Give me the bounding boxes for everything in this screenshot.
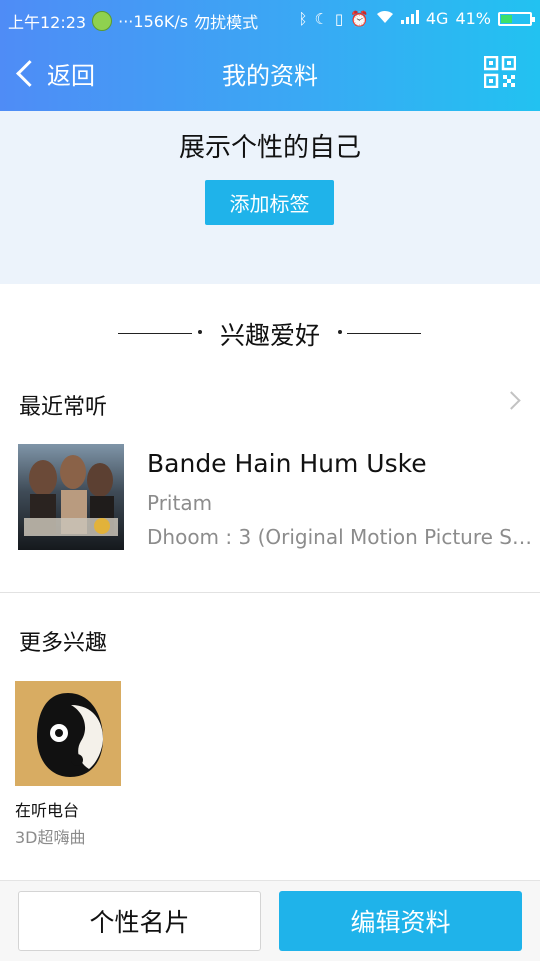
interest-subtitle: 3D超嗨曲 xyxy=(15,828,86,847)
section-divider xyxy=(0,592,540,593)
nav-bar: 返回 我的资料 xyxy=(0,38,540,111)
song-artist: Pritam xyxy=(147,491,213,515)
heading-rule-right xyxy=(347,333,421,334)
add-tag-button[interactable]: 添加标签 xyxy=(205,180,334,225)
bottom-action-bar: 个性名片 编辑资料 xyxy=(0,880,540,961)
app-header: 上午12:23 ···156K/s 勿扰模式 ᛒ ☾ ▯ ⏰ 4G 41% 返回… xyxy=(0,0,540,111)
status-network: 4G xyxy=(425,9,449,28)
qr-code-icon[interactable] xyxy=(483,55,517,89)
vibrate-icon: ▯ xyxy=(334,9,344,28)
recent-song[interactable]: Bande Hain Hum Uske Pritam Dhoom : 3 (Or… xyxy=(0,440,540,555)
signal-icon xyxy=(400,9,419,28)
song-album: Dhoom : 3 (Original Motion Picture Sound… xyxy=(147,525,535,549)
chevron-right-icon[interactable] xyxy=(502,391,521,410)
status-time: 上午12:23 xyxy=(8,13,87,32)
alarm-icon: ⏰ xyxy=(350,9,369,28)
status-battery-text: 41% xyxy=(455,9,491,28)
heading-dot-right xyxy=(338,330,342,334)
edit-profile-button[interactable]: 编辑资料 xyxy=(279,891,522,951)
status-speed: ···156K/s xyxy=(118,11,189,31)
more-interests-label: 更多兴趣 xyxy=(19,631,108,656)
banner-title: 展示个性的自己 xyxy=(178,133,361,163)
bluetooth-icon: ᛒ xyxy=(298,9,308,28)
radio-penguin-icon xyxy=(15,681,121,786)
profile-banner: 展示个性的自己 添加标签 xyxy=(0,111,540,284)
wifi-icon xyxy=(376,9,394,28)
profile-card-button[interactable]: 个性名片 xyxy=(18,891,261,951)
status-mode: 勿扰模式 xyxy=(194,13,259,32)
battery-fill xyxy=(501,14,512,23)
app-notification-icon xyxy=(92,11,113,31)
status-bar: 上午12:23 ···156K/s 勿扰模式 ᛒ ☾ ▯ ⏰ 4G 41% xyxy=(0,0,540,38)
battery-icon xyxy=(498,11,535,26)
interest-item-radio[interactable]: 在听电台 3D超嗨曲 xyxy=(15,681,121,847)
album-cover xyxy=(18,444,124,550)
interests-heading-text: 兴趣爱好 xyxy=(219,321,320,350)
recent-listening-label: 最近常听 xyxy=(19,395,108,420)
song-title: Bande Hain Hum Uske xyxy=(147,449,427,478)
page-title: 我的资料 xyxy=(222,62,318,90)
interest-name: 在听电台 xyxy=(15,801,80,820)
moon-icon: ☾ xyxy=(314,9,328,28)
interests-heading: 兴趣爱好 xyxy=(0,314,540,354)
